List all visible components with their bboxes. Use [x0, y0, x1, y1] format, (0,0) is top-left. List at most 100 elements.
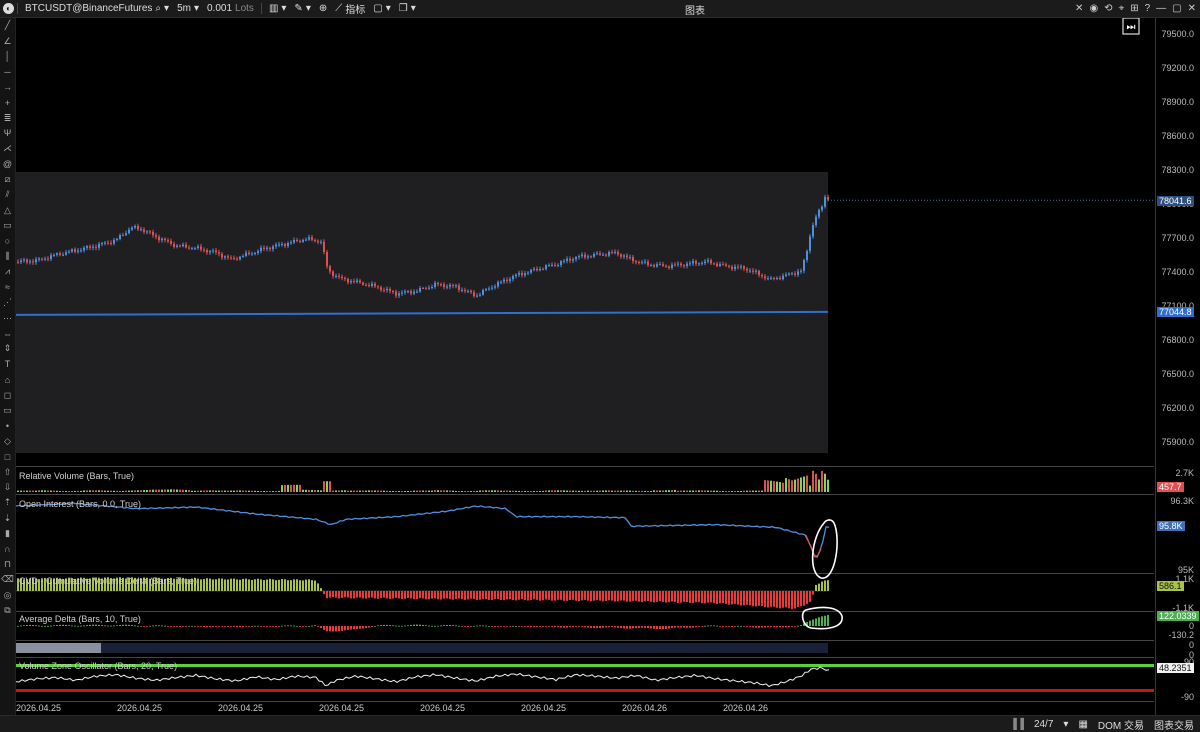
layers-icon[interactable]: ⧉	[0, 603, 15, 618]
magnet-icon[interactable]: ∩	[0, 541, 15, 556]
chart-canvas[interactable]: ⏭	[16, 18, 1154, 715]
cvd-bar	[755, 591, 757, 607]
template-button[interactable]: ▢ ▾	[369, 3, 394, 14]
rectangle-icon[interactable]: ▭	[0, 218, 15, 233]
ruler-icon[interactable]: ⧄	[0, 172, 15, 187]
ellipse-icon[interactable]: ○	[0, 233, 15, 248]
callout-icon[interactable]: ◻	[0, 387, 15, 402]
cvd-bar	[293, 579, 295, 591]
candle-body	[380, 287, 382, 290]
zigzag-icon[interactable]: ⋰	[0, 295, 15, 310]
interval-selector[interactable]: 5m ▾	[173, 3, 203, 14]
relative-volume-bar	[350, 490, 352, 492]
square-icon[interactable]: □	[0, 449, 15, 464]
search-icon[interactable]: ⌕	[155, 3, 161, 14]
minimize-icon[interactable]: —	[1156, 3, 1166, 14]
sync-icon[interactable]: ⟲	[1104, 3, 1112, 14]
chevron-down-icon[interactable]: ▾	[1063, 719, 1068, 730]
spiral-icon[interactable]: @	[0, 157, 15, 172]
relative-volume-label[interactable]: Relative Volume (Bars, True)	[19, 471, 134, 481]
relative-volume-bar	[401, 491, 403, 492]
candle-body	[665, 265, 667, 267]
sort-down-icon[interactable]: ⇣	[0, 511, 15, 526]
dot-icon[interactable]: •	[0, 418, 15, 433]
vzo-label[interactable]: Volume Zone Oscillator (Bars, 20, True)	[19, 661, 177, 671]
relative-volume-bar	[821, 470, 823, 492]
average-delta-bar	[350, 626, 352, 630]
vertical-line-icon[interactable]: │	[0, 49, 15, 64]
lock-icon[interactable]: ⊓	[0, 557, 15, 572]
layout-button[interactable]: ❐ ▾	[395, 3, 420, 14]
relative-volume-bar	[65, 491, 67, 492]
indicators-button[interactable]: ⟋ 指标	[331, 1, 369, 16]
sort-up-icon[interactable]: ⇡	[0, 495, 15, 510]
cross-icon[interactable]: +	[0, 95, 15, 110]
cvd-bar	[338, 591, 340, 599]
eye-icon[interactable]: ◎	[0, 587, 15, 602]
relative-volume-bar	[71, 491, 73, 492]
candle-body	[824, 197, 826, 207]
calendar-icon[interactable]: ▦	[1078, 719, 1087, 730]
trendline-tool-icon[interactable]: ╱	[0, 18, 15, 33]
hand-drawn-circle-annotation[interactable]	[811, 519, 838, 579]
pattern-icon[interactable]: ⩘	[0, 264, 15, 279]
symbol-selector[interactable]: BTCUSDT@BinanceFutures ⌕ ▾	[21, 3, 173, 14]
lots-input[interactable]: 0.001 Lots	[203, 3, 258, 14]
close-tab-icon[interactable]: ✕	[1075, 3, 1083, 14]
arrow-icon[interactable]: →	[0, 80, 15, 95]
dom-trade-button[interactable]: DOM 交易	[1098, 717, 1144, 732]
diamond-icon[interactable]: ◇	[0, 434, 15, 449]
pin-icon[interactable]: ⌖	[1119, 3, 1125, 14]
triangle-icon[interactable]: △	[0, 203, 15, 218]
bars-icon[interactable]: ▮	[0, 526, 15, 541]
candle-body	[356, 280, 358, 283]
relative-volume-bar	[800, 477, 802, 492]
gann-icon[interactable]: ⋌	[0, 141, 15, 156]
grid-icon[interactable]: ⊞	[1130, 3, 1138, 14]
horizontal-line-icon[interactable]: ─	[0, 64, 15, 79]
maximize-icon[interactable]: ▢	[1172, 3, 1181, 14]
camera-icon[interactable]: ◉	[1089, 3, 1098, 14]
relative-volume-bar	[704, 490, 706, 492]
average-delta-bar	[686, 626, 688, 628]
candle-body	[479, 294, 481, 296]
down-arrow-icon[interactable]: ⇩	[0, 480, 15, 495]
open-interest-label[interactable]: Open Interest (Bars, 0.0, True)	[19, 499, 141, 509]
fib-icon[interactable]: ≣	[0, 110, 15, 125]
channel-icon[interactable]: ⫽	[0, 187, 15, 202]
cvd-bar	[596, 591, 598, 601]
average-delta-label[interactable]: Average Delta (Bars, 10, True)	[19, 614, 141, 624]
wave-icon[interactable]: ≈	[0, 280, 15, 295]
lots-value[interactable]: 0.001	[207, 3, 232, 14]
help-icon[interactable]: ?	[1145, 3, 1151, 14]
close-window-icon[interactable]: ✕	[1188, 3, 1196, 14]
relative-volume-bar	[512, 490, 514, 492]
text-icon[interactable]: T	[0, 357, 15, 372]
chevron-down-icon[interactable]: ▾	[164, 3, 169, 14]
candle-body	[47, 258, 49, 260]
relative-volume-bar	[203, 490, 205, 492]
average-delta-bar	[617, 626, 619, 628]
angle-tool-icon[interactable]: ∠	[0, 33, 15, 48]
cvd-bar	[773, 591, 775, 607]
note-icon[interactable]: ▭	[0, 403, 15, 418]
dotted-box-icon[interactable]: ⋯	[0, 310, 15, 325]
scroll-handle-icon[interactable]: ▐▐	[1010, 719, 1024, 730]
tag-icon[interactable]: ⌂	[0, 372, 15, 387]
zoom-button[interactable]: ⊕	[315, 3, 331, 14]
range-icon[interactable]: ⇔	[0, 326, 15, 341]
draw-tool-button[interactable]: ✎ ▾	[290, 3, 314, 14]
delete-icon[interactable]: ⌫	[0, 572, 15, 587]
chart-type-button[interactable]: ▥ ▾	[265, 3, 290, 14]
measure-icon[interactable]: ⇕	[0, 341, 15, 356]
session-selector[interactable]: 24/7	[1034, 719, 1053, 730]
candle-body	[674, 264, 676, 266]
relative-volume-bar	[176, 489, 178, 492]
pitchfork-icon[interactable]: Ψ	[0, 126, 15, 141]
up-arrow-icon[interactable]: ⇧	[0, 464, 15, 479]
cvd-label[interactable]: CVD - Cumulative Volume Delta (Bars, Tru…	[19, 576, 197, 586]
regression-icon[interactable]: ⫼	[0, 249, 15, 264]
chart-trade-button[interactable]: 图表交易	[1154, 717, 1194, 732]
relative-volume-bar	[515, 490, 517, 492]
average-delta-bar	[818, 617, 820, 626]
